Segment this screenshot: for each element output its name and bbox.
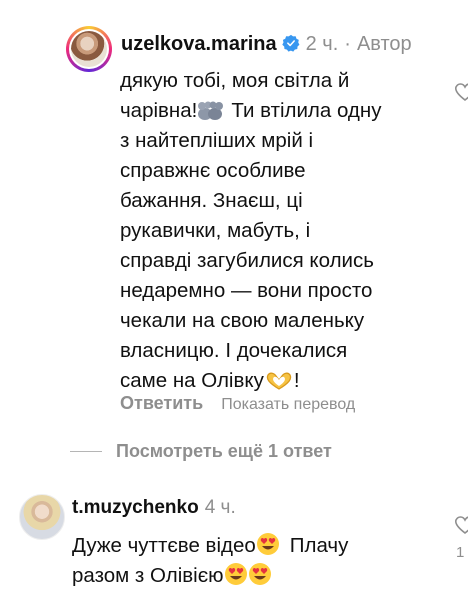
- comment-time: 2 ч.: [305, 33, 339, 55]
- author-label: Автор: [356, 33, 412, 55]
- verified-badge-icon: [281, 34, 300, 52]
- heart-eyes-emoji-icon: [256, 533, 279, 555]
- username[interactable]: uzelkova.marina: [121, 33, 277, 55]
- like-heart-icon[interactable]: [452, 82, 468, 102]
- separator: ·: [344, 33, 351, 55]
- comment-line: недаремно — вони просто: [120, 279, 373, 302]
- view-replies-label: Посмотреть ещё 1 ответ: [116, 441, 332, 461]
- avatar-t-muzychenko[interactable]: [19, 494, 65, 540]
- comment-body: дякую тобі, моя світла й чарівна! Ти втіл…: [120, 66, 450, 396]
- like-heart-icon[interactable]: [452, 515, 468, 535]
- comment-time: 4 ч.: [204, 497, 236, 518]
- comment-header: t.muzychenko 4 ч.: [72, 497, 236, 519]
- comment-header: uzelkova.marina 2 ч. · Автор: [121, 32, 412, 56]
- comment-line: справжнє особливе: [120, 159, 306, 182]
- comment-line: з найтепліших мрій і: [120, 129, 314, 152]
- reply-button[interactable]: Ответить: [120, 393, 203, 413]
- like-count: 1: [456, 544, 465, 561]
- comment-line: бажання. Знаєш, ці: [120, 189, 303, 212]
- avatar-uzelkova-marina[interactable]: [66, 26, 112, 72]
- comment-body: Дуже чуттєве відео Плачу разом з Олівією: [72, 531, 432, 591]
- comment-line: рукавички, мабуть, і: [120, 219, 311, 242]
- show-translation-button[interactable]: Показать перевод: [221, 396, 355, 413]
- comment-line: власницю. І дочекалися: [120, 339, 348, 362]
- username[interactable]: t.muzychenko: [72, 497, 199, 518]
- avatar-photo: [71, 31, 107, 67]
- comment-line: Дуже чуттєве відео Плачу: [72, 533, 349, 557]
- comment-line: чарівна! Ти втілила одну: [120, 99, 382, 122]
- comment-line: разом з Олівією: [72, 561, 432, 591]
- heart-hands-emoji-icon: [266, 372, 292, 390]
- comment-line: дякую тобі, моя світла й: [120, 69, 350, 92]
- replies-divider: [70, 451, 102, 452]
- comment-line: саме на Олівку!: [120, 369, 300, 392]
- comment-actions: Ответить Показать перевод: [120, 393, 355, 414]
- mice-emoji-icon: [198, 101, 224, 120]
- comment-line: справді загубилися колись: [120, 249, 374, 272]
- heart-eyes-emoji-icon: [248, 563, 271, 585]
- comment-line: чекали на свою маленьку: [120, 309, 365, 332]
- view-replies-button[interactable]: Посмотреть ещё 1 ответ: [70, 441, 332, 462]
- heart-eyes-emoji-icon: [224, 563, 247, 585]
